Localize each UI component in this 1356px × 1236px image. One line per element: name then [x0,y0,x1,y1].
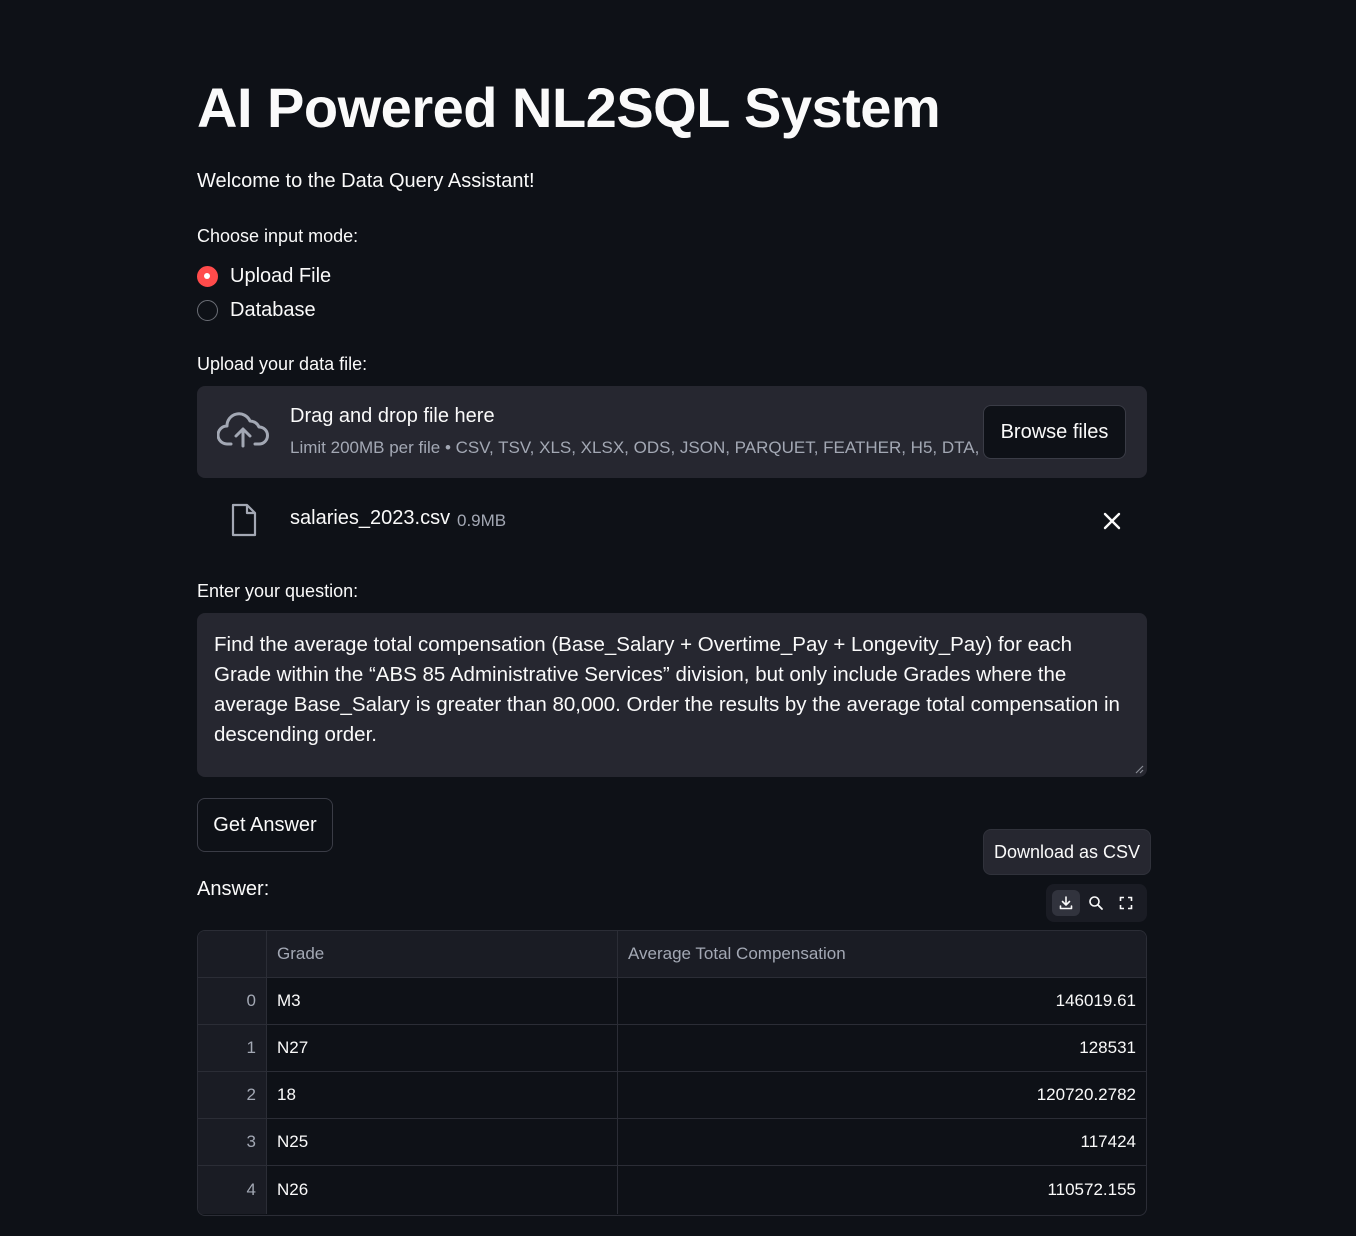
cell-grade[interactable]: M3 [267,978,618,1024]
question-text: Find the average total compensation (Bas… [214,633,1120,746]
row-index: 1 [198,1025,267,1071]
header-avg-comp[interactable]: Average Total Compensation [618,931,1146,977]
upload-label: Upload your data file: [197,354,368,374]
answer-label: Answer: [197,878,270,900]
question-label: Enter your question: [197,581,359,601]
cell-grade[interactable]: N27 [267,1025,618,1071]
row-index: 4 [198,1166,267,1214]
table-header-row: Grade Average Total Compensation [198,931,1146,978]
browse-files-button[interactable]: Browse files [983,405,1126,459]
radio-label: Upload File [230,264,332,287]
radio-unchecked-icon[interactable] [197,299,218,321]
row-index: 0 [198,978,267,1024]
download-csv-button[interactable]: Download as CSV [983,829,1151,875]
fullscreen-icon[interactable] [1112,890,1140,916]
cell-grade[interactable]: N26 [267,1166,618,1214]
table-row: 4 N26 110572.155 [198,1166,1146,1214]
uploaded-file: salaries_2023.csv 0.9MB [197,500,1147,540]
answer-table[interactable]: Grade Average Total Compensation 0 M3 14… [197,930,1147,1216]
header-grade[interactable]: Grade [267,931,618,977]
input-mode-label: Choose input mode: [197,226,359,246]
table-toolbar [1046,884,1147,922]
search-icon[interactable] [1082,890,1110,916]
question-textarea[interactable]: Find the average total compensation (Bas… [197,613,1147,777]
table-row: 2 18 120720.2782 [198,1072,1146,1119]
dropzone-limits: Limit 200MB per file • CSV, TSV, XLS, XL… [290,438,1002,457]
welcome-text: Welcome to the Data Query Assistant! [197,170,535,192]
cell-avg-comp[interactable]: 128531 [618,1025,1146,1071]
cell-avg-comp[interactable]: 110572.155 [618,1166,1146,1214]
radio-upload-file[interactable]: Upload File [197,263,331,289]
radio-database[interactable]: Database [197,297,316,323]
cell-grade[interactable]: N25 [267,1119,618,1165]
table-row: 3 N25 117424 [198,1119,1146,1166]
radio-label: Database [230,298,316,321]
row-index: 3 [198,1119,267,1165]
dropzone-title: Drag and drop file here [290,405,495,427]
file-dropzone[interactable]: Drag and drop file here Limit 200MB per … [197,386,1147,478]
row-index: 2 [198,1072,267,1118]
cell-avg-comp[interactable]: 120720.2782 [618,1072,1146,1118]
table-row: 1 N27 128531 [198,1025,1146,1072]
file-size: 0.9MB [457,511,507,530]
download-icon[interactable] [1052,890,1080,916]
get-answer-button[interactable]: Get Answer [197,798,333,852]
close-icon[interactable] [1101,510,1123,532]
cell-avg-comp[interactable]: 117424 [618,1119,1146,1165]
radio-checked-icon[interactable] [197,265,218,287]
page-title: AI Powered NL2SQL System [197,76,941,139]
header-index [198,931,267,977]
cloud-upload-icon [217,412,269,448]
cell-grade[interactable]: 18 [267,1072,618,1118]
resize-handle-icon[interactable] [1134,764,1144,774]
cell-avg-comp[interactable]: 146019.61 [618,978,1146,1024]
file-name: salaries_2023.csv [290,507,451,529]
table-row: 0 M3 146019.61 [198,978,1146,1025]
file-icon [231,503,257,537]
